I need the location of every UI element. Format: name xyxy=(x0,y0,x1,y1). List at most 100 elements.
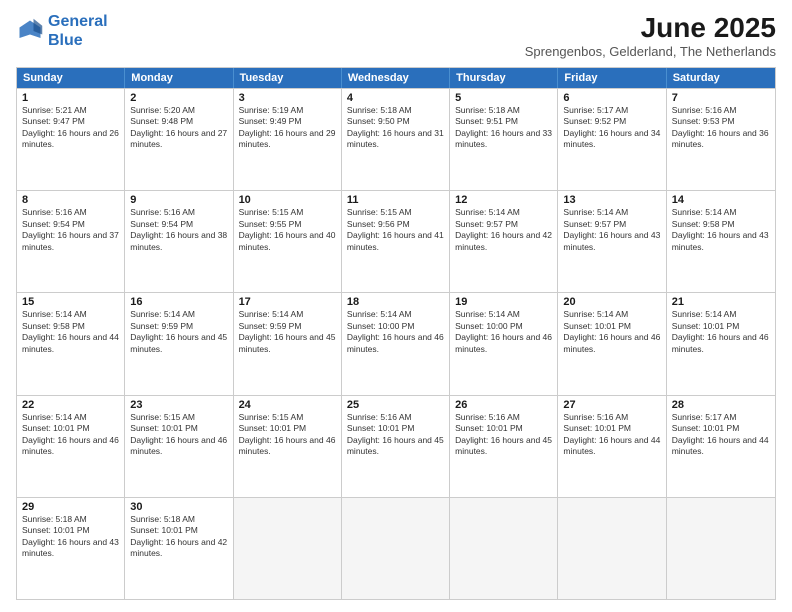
day-num-1: 1 xyxy=(22,92,119,104)
sunset-17: Sunset: 9:59 PM xyxy=(239,321,336,332)
header-sunday: Sunday xyxy=(17,68,125,88)
day-num-9: 9 xyxy=(130,194,227,206)
cell-9: 9 Sunrise: 5:16 AM Sunset: 9:54 PM Dayli… xyxy=(125,191,233,292)
daylight-25: Daylight: 16 hours and 45 minutes. xyxy=(347,435,444,458)
calendar-header: Sunday Monday Tuesday Wednesday Thursday… xyxy=(17,68,775,88)
sunrise-25: Sunrise: 5:16 AM xyxy=(347,412,444,423)
cell-21: 21 Sunrise: 5:14 AM Sunset: 10:01 PM Day… xyxy=(667,293,775,394)
sunset-19: Sunset: 10:00 PM xyxy=(455,321,552,332)
cell-6: 6 Sunrise: 5:17 AM Sunset: 9:52 PM Dayli… xyxy=(558,89,666,190)
logo-general: General xyxy=(48,13,108,30)
daylight-11: Daylight: 16 hours and 41 minutes. xyxy=(347,230,444,253)
daylight-7: Daylight: 16 hours and 36 minutes. xyxy=(672,128,770,151)
sunrise-5: Sunrise: 5:18 AM xyxy=(455,105,552,116)
cell-10: 10 Sunrise: 5:15 AM Sunset: 9:55 PM Dayl… xyxy=(234,191,342,292)
day-num-14: 14 xyxy=(672,194,770,206)
sunrise-1: Sunrise: 5:21 AM xyxy=(22,105,119,116)
day-num-18: 18 xyxy=(347,296,444,308)
logo-blue: Blue xyxy=(48,32,83,49)
daylight-10: Daylight: 16 hours and 40 minutes. xyxy=(239,230,336,253)
sunrise-29: Sunrise: 5:18 AM xyxy=(22,514,119,525)
sunset-22: Sunset: 10:01 PM xyxy=(22,423,119,434)
sunrise-7: Sunrise: 5:16 AM xyxy=(672,105,770,116)
cell-empty-1 xyxy=(234,498,342,599)
header-friday: Friday xyxy=(558,68,666,88)
sunrise-19: Sunrise: 5:14 AM xyxy=(455,309,552,320)
cell-15: 15 Sunrise: 5:14 AM Sunset: 9:58 PM Dayl… xyxy=(17,293,125,394)
sunrise-18: Sunrise: 5:14 AM xyxy=(347,309,444,320)
cell-19: 19 Sunrise: 5:14 AM Sunset: 10:00 PM Day… xyxy=(450,293,558,394)
day-num-23: 23 xyxy=(130,399,227,411)
sunrise-22: Sunrise: 5:14 AM xyxy=(22,412,119,423)
sunset-5: Sunset: 9:51 PM xyxy=(455,116,552,127)
header: General Blue June 2025 Sprengenbos, Geld… xyxy=(16,12,776,59)
cell-14: 14 Sunrise: 5:14 AM Sunset: 9:58 PM Dayl… xyxy=(667,191,775,292)
daylight-14: Daylight: 16 hours and 43 minutes. xyxy=(672,230,770,253)
week-row-4: 22 Sunrise: 5:14 AM Sunset: 10:01 PM Day… xyxy=(17,395,775,497)
daylight-27: Daylight: 16 hours and 44 minutes. xyxy=(563,435,660,458)
daylight-1: Daylight: 16 hours and 26 minutes. xyxy=(22,128,119,151)
cell-27: 27 Sunrise: 5:16 AM Sunset: 10:01 PM Day… xyxy=(558,396,666,497)
sunrise-14: Sunrise: 5:14 AM xyxy=(672,207,770,218)
sunrise-12: Sunrise: 5:14 AM xyxy=(455,207,552,218)
sunset-24: Sunset: 10:01 PM xyxy=(239,423,336,434)
sunrise-16: Sunrise: 5:14 AM xyxy=(130,309,227,320)
cell-empty-5 xyxy=(667,498,775,599)
day-num-2: 2 xyxy=(130,92,227,104)
sunset-27: Sunset: 10:01 PM xyxy=(563,423,660,434)
day-num-5: 5 xyxy=(455,92,552,104)
daylight-28: Daylight: 16 hours and 44 minutes. xyxy=(672,435,770,458)
sunrise-30: Sunrise: 5:18 AM xyxy=(130,514,227,525)
calendar-body: 1 Sunrise: 5:21 AM Sunset: 9:47 PM Dayli… xyxy=(17,88,775,599)
cell-empty-2 xyxy=(342,498,450,599)
sunrise-27: Sunrise: 5:16 AM xyxy=(563,412,660,423)
cell-7: 7 Sunrise: 5:16 AM Sunset: 9:53 PM Dayli… xyxy=(667,89,775,190)
daylight-29: Daylight: 16 hours and 43 minutes. xyxy=(22,537,119,560)
sunset-2: Sunset: 9:48 PM xyxy=(130,116,227,127)
sunset-14: Sunset: 9:58 PM xyxy=(672,219,770,230)
daylight-4: Daylight: 16 hours and 31 minutes. xyxy=(347,128,444,151)
sunset-8: Sunset: 9:54 PM xyxy=(22,219,119,230)
header-thursday: Thursday xyxy=(450,68,558,88)
sunrise-21: Sunrise: 5:14 AM xyxy=(672,309,770,320)
daylight-17: Daylight: 16 hours and 45 minutes. xyxy=(239,332,336,355)
cell-11: 11 Sunrise: 5:15 AM Sunset: 9:56 PM Dayl… xyxy=(342,191,450,292)
title-block: June 2025 Sprengenbos, Gelderland, The N… xyxy=(525,12,776,59)
day-num-22: 22 xyxy=(22,399,119,411)
cell-22: 22 Sunrise: 5:14 AM Sunset: 10:01 PM Day… xyxy=(17,396,125,497)
calendar: Sunday Monday Tuesday Wednesday Thursday… xyxy=(16,67,776,600)
day-num-10: 10 xyxy=(239,194,336,206)
header-wednesday: Wednesday xyxy=(342,68,450,88)
daylight-16: Daylight: 16 hours and 45 minutes. xyxy=(130,332,227,355)
cell-25: 25 Sunrise: 5:16 AM Sunset: 10:01 PM Day… xyxy=(342,396,450,497)
cell-1: 1 Sunrise: 5:21 AM Sunset: 9:47 PM Dayli… xyxy=(17,89,125,190)
sunrise-8: Sunrise: 5:16 AM xyxy=(22,207,119,218)
day-num-20: 20 xyxy=(563,296,660,308)
sunrise-28: Sunrise: 5:17 AM xyxy=(672,412,770,423)
daylight-13: Daylight: 16 hours and 43 minutes. xyxy=(563,230,660,253)
sunset-18: Sunset: 10:00 PM xyxy=(347,321,444,332)
cell-empty-4 xyxy=(558,498,666,599)
day-num-24: 24 xyxy=(239,399,336,411)
daylight-20: Daylight: 16 hours and 46 minutes. xyxy=(563,332,660,355)
day-num-11: 11 xyxy=(347,194,444,206)
day-num-6: 6 xyxy=(563,92,660,104)
cell-12: 12 Sunrise: 5:14 AM Sunset: 9:57 PM Dayl… xyxy=(450,191,558,292)
day-num-4: 4 xyxy=(347,92,444,104)
sunrise-4: Sunrise: 5:18 AM xyxy=(347,105,444,116)
sunset-25: Sunset: 10:01 PM xyxy=(347,423,444,434)
sunset-15: Sunset: 9:58 PM xyxy=(22,321,119,332)
day-num-29: 29 xyxy=(22,501,119,513)
logo-icon xyxy=(16,17,44,45)
header-monday: Monday xyxy=(125,68,233,88)
cell-8: 8 Sunrise: 5:16 AM Sunset: 9:54 PM Dayli… xyxy=(17,191,125,292)
cell-3: 3 Sunrise: 5:19 AM Sunset: 9:49 PM Dayli… xyxy=(234,89,342,190)
sunset-23: Sunset: 10:01 PM xyxy=(130,423,227,434)
daylight-8: Daylight: 16 hours and 37 minutes. xyxy=(22,230,119,253)
daylight-23: Daylight: 16 hours and 46 minutes. xyxy=(130,435,227,458)
sunset-11: Sunset: 9:56 PM xyxy=(347,219,444,230)
sunset-1: Sunset: 9:47 PM xyxy=(22,116,119,127)
sunrise-15: Sunrise: 5:14 AM xyxy=(22,309,119,320)
sunset-29: Sunset: 10:01 PM xyxy=(22,525,119,536)
daylight-19: Daylight: 16 hours and 46 minutes. xyxy=(455,332,552,355)
